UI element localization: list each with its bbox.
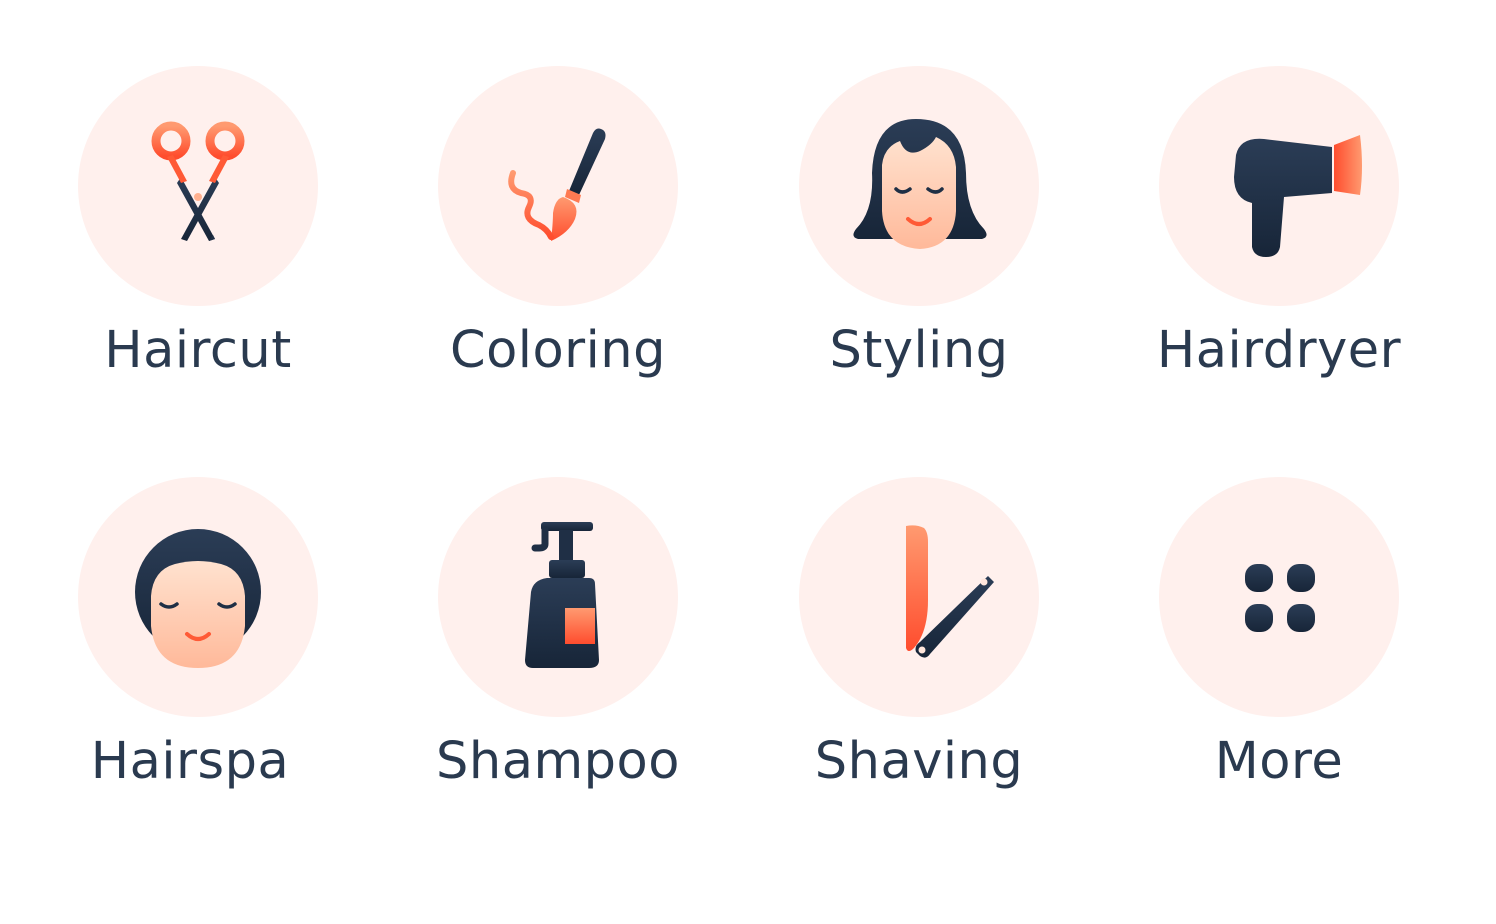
service-tile-haircut[interactable]: Haircut [48,66,348,406]
service-tile-hairspa[interactable]: Hairspa [48,477,348,817]
coloring-circle [438,66,678,306]
hairdryer-circle [1159,66,1399,306]
hairspa-circle [78,477,318,717]
shampoo-bottle-icon [525,522,599,668]
service-tile-more[interactable]: More [1129,477,1429,817]
scissors-icon [151,121,245,241]
service-tile-coloring[interactable]: Coloring [408,66,708,406]
service-label: Hairspa [90,732,290,791]
more-circle [1159,477,1399,717]
woman-face-icon [853,119,987,249]
hairdryer-icon [1234,135,1362,257]
service-label: More [1214,732,1344,791]
service-label: Hairdryer [1156,321,1402,380]
razor-icon [906,525,994,658]
grid-dots-icon [1245,564,1315,632]
spa-face-icon [135,529,261,668]
haircut-circle [78,66,318,306]
shaving-circle [799,477,1039,717]
service-tile-shampoo[interactable]: Shampoo [408,477,708,817]
styling-circle [799,66,1039,306]
service-label: Shaving [814,732,1024,791]
shampoo-circle [438,477,678,717]
service-label: Shampoo [436,732,680,791]
service-label: Coloring [449,321,667,380]
service-tile-shaving[interactable]: Shaving [769,477,1069,817]
service-tile-styling[interactable]: Styling [769,66,1069,406]
paintbrush-icon [508,128,606,241]
service-grid: Haircut Coloring Styling Hairdryer Hairs… [0,0,1496,924]
service-label: Styling [829,321,1009,380]
service-label: Haircut [104,321,292,380]
service-tile-hairdryer[interactable]: Hairdryer [1129,66,1429,406]
